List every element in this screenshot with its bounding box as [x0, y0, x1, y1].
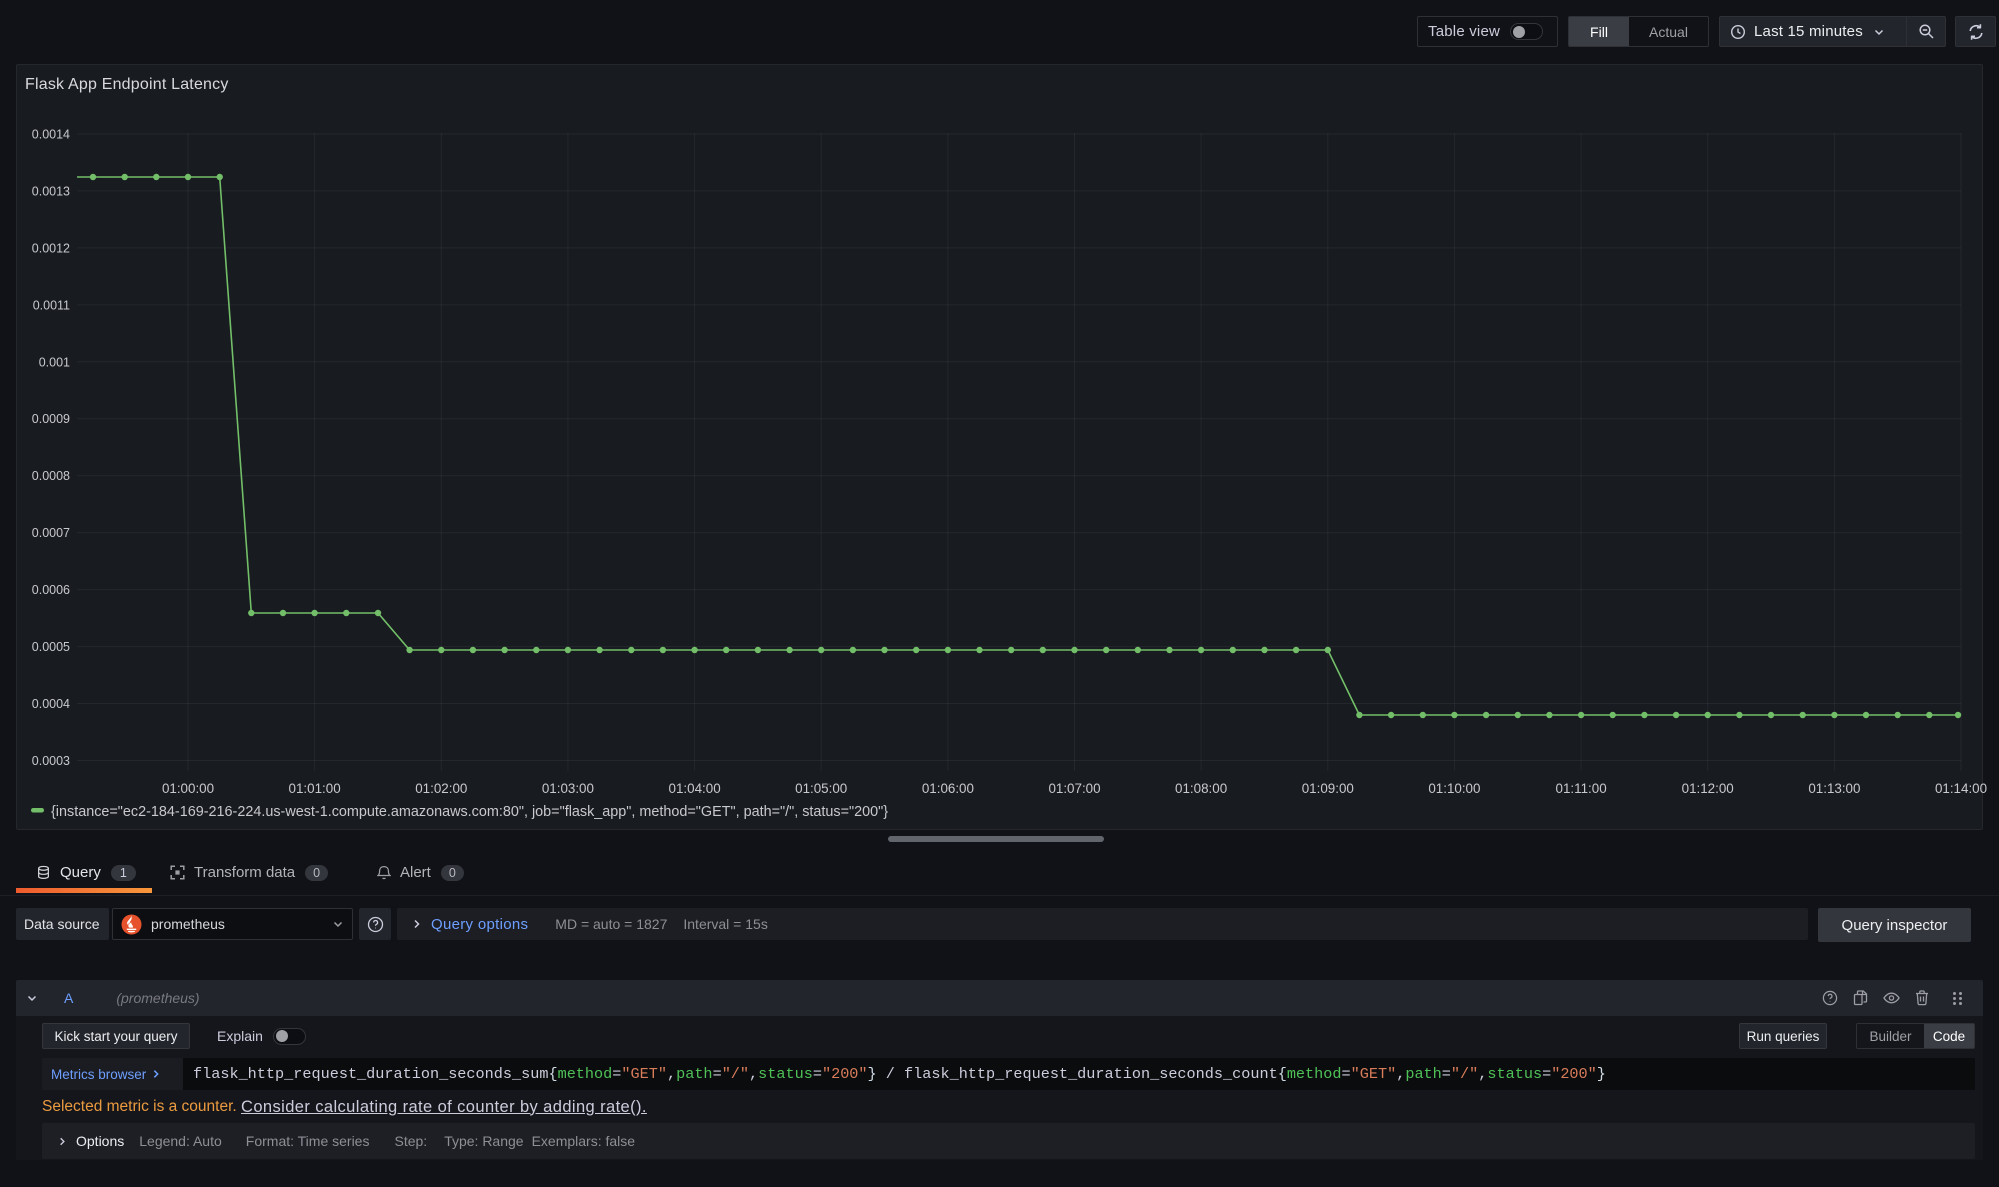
svg-text:01:14:00: 01:14:00 [1935, 781, 1987, 796]
svg-text:0.0008: 0.0008 [32, 469, 70, 483]
svg-text:01:13:00: 01:13:00 [1808, 781, 1860, 796]
svg-text:01:02:00: 01:02:00 [415, 781, 467, 796]
svg-text:01:12:00: 01:12:00 [1682, 781, 1734, 796]
svg-text:0.0014: 0.0014 [32, 128, 70, 142]
svg-text:01:09:00: 01:09:00 [1302, 781, 1354, 796]
svg-text:01:06:00: 01:06:00 [922, 781, 974, 796]
svg-text:01:01:00: 01:01:00 [289, 781, 341, 796]
svg-text:0.0004: 0.0004 [32, 697, 70, 711]
svg-text:01:10:00: 01:10:00 [1428, 781, 1480, 796]
svg-text:01:05:00: 01:05:00 [795, 781, 847, 796]
svg-text:0.0011: 0.0011 [33, 298, 70, 312]
svg-text:0.0003: 0.0003 [32, 754, 70, 768]
svg-text:01:03:00: 01:03:00 [542, 781, 594, 796]
svg-text:0.001: 0.001 [39, 355, 70, 369]
svg-text:0.0005: 0.0005 [32, 640, 70, 654]
svg-text:0.0013: 0.0013 [32, 184, 70, 198]
svg-text:01:08:00: 01:08:00 [1175, 781, 1227, 796]
svg-text:0.0007: 0.0007 [32, 526, 70, 540]
svg-text:{instance="ec2-184-169-216-224: {instance="ec2-184-169-216-224.us-west-1… [51, 804, 888, 820]
svg-text:01:04:00: 01:04:00 [669, 781, 721, 796]
svg-text:0.0009: 0.0009 [32, 412, 70, 426]
svg-text:0.0012: 0.0012 [32, 241, 70, 255]
svg-text:0.0006: 0.0006 [32, 583, 70, 597]
svg-text:01:00:00: 01:00:00 [162, 781, 214, 796]
svg-text:01:11:00: 01:11:00 [1556, 781, 1607, 796]
svg-text:01:07:00: 01:07:00 [1048, 781, 1100, 796]
